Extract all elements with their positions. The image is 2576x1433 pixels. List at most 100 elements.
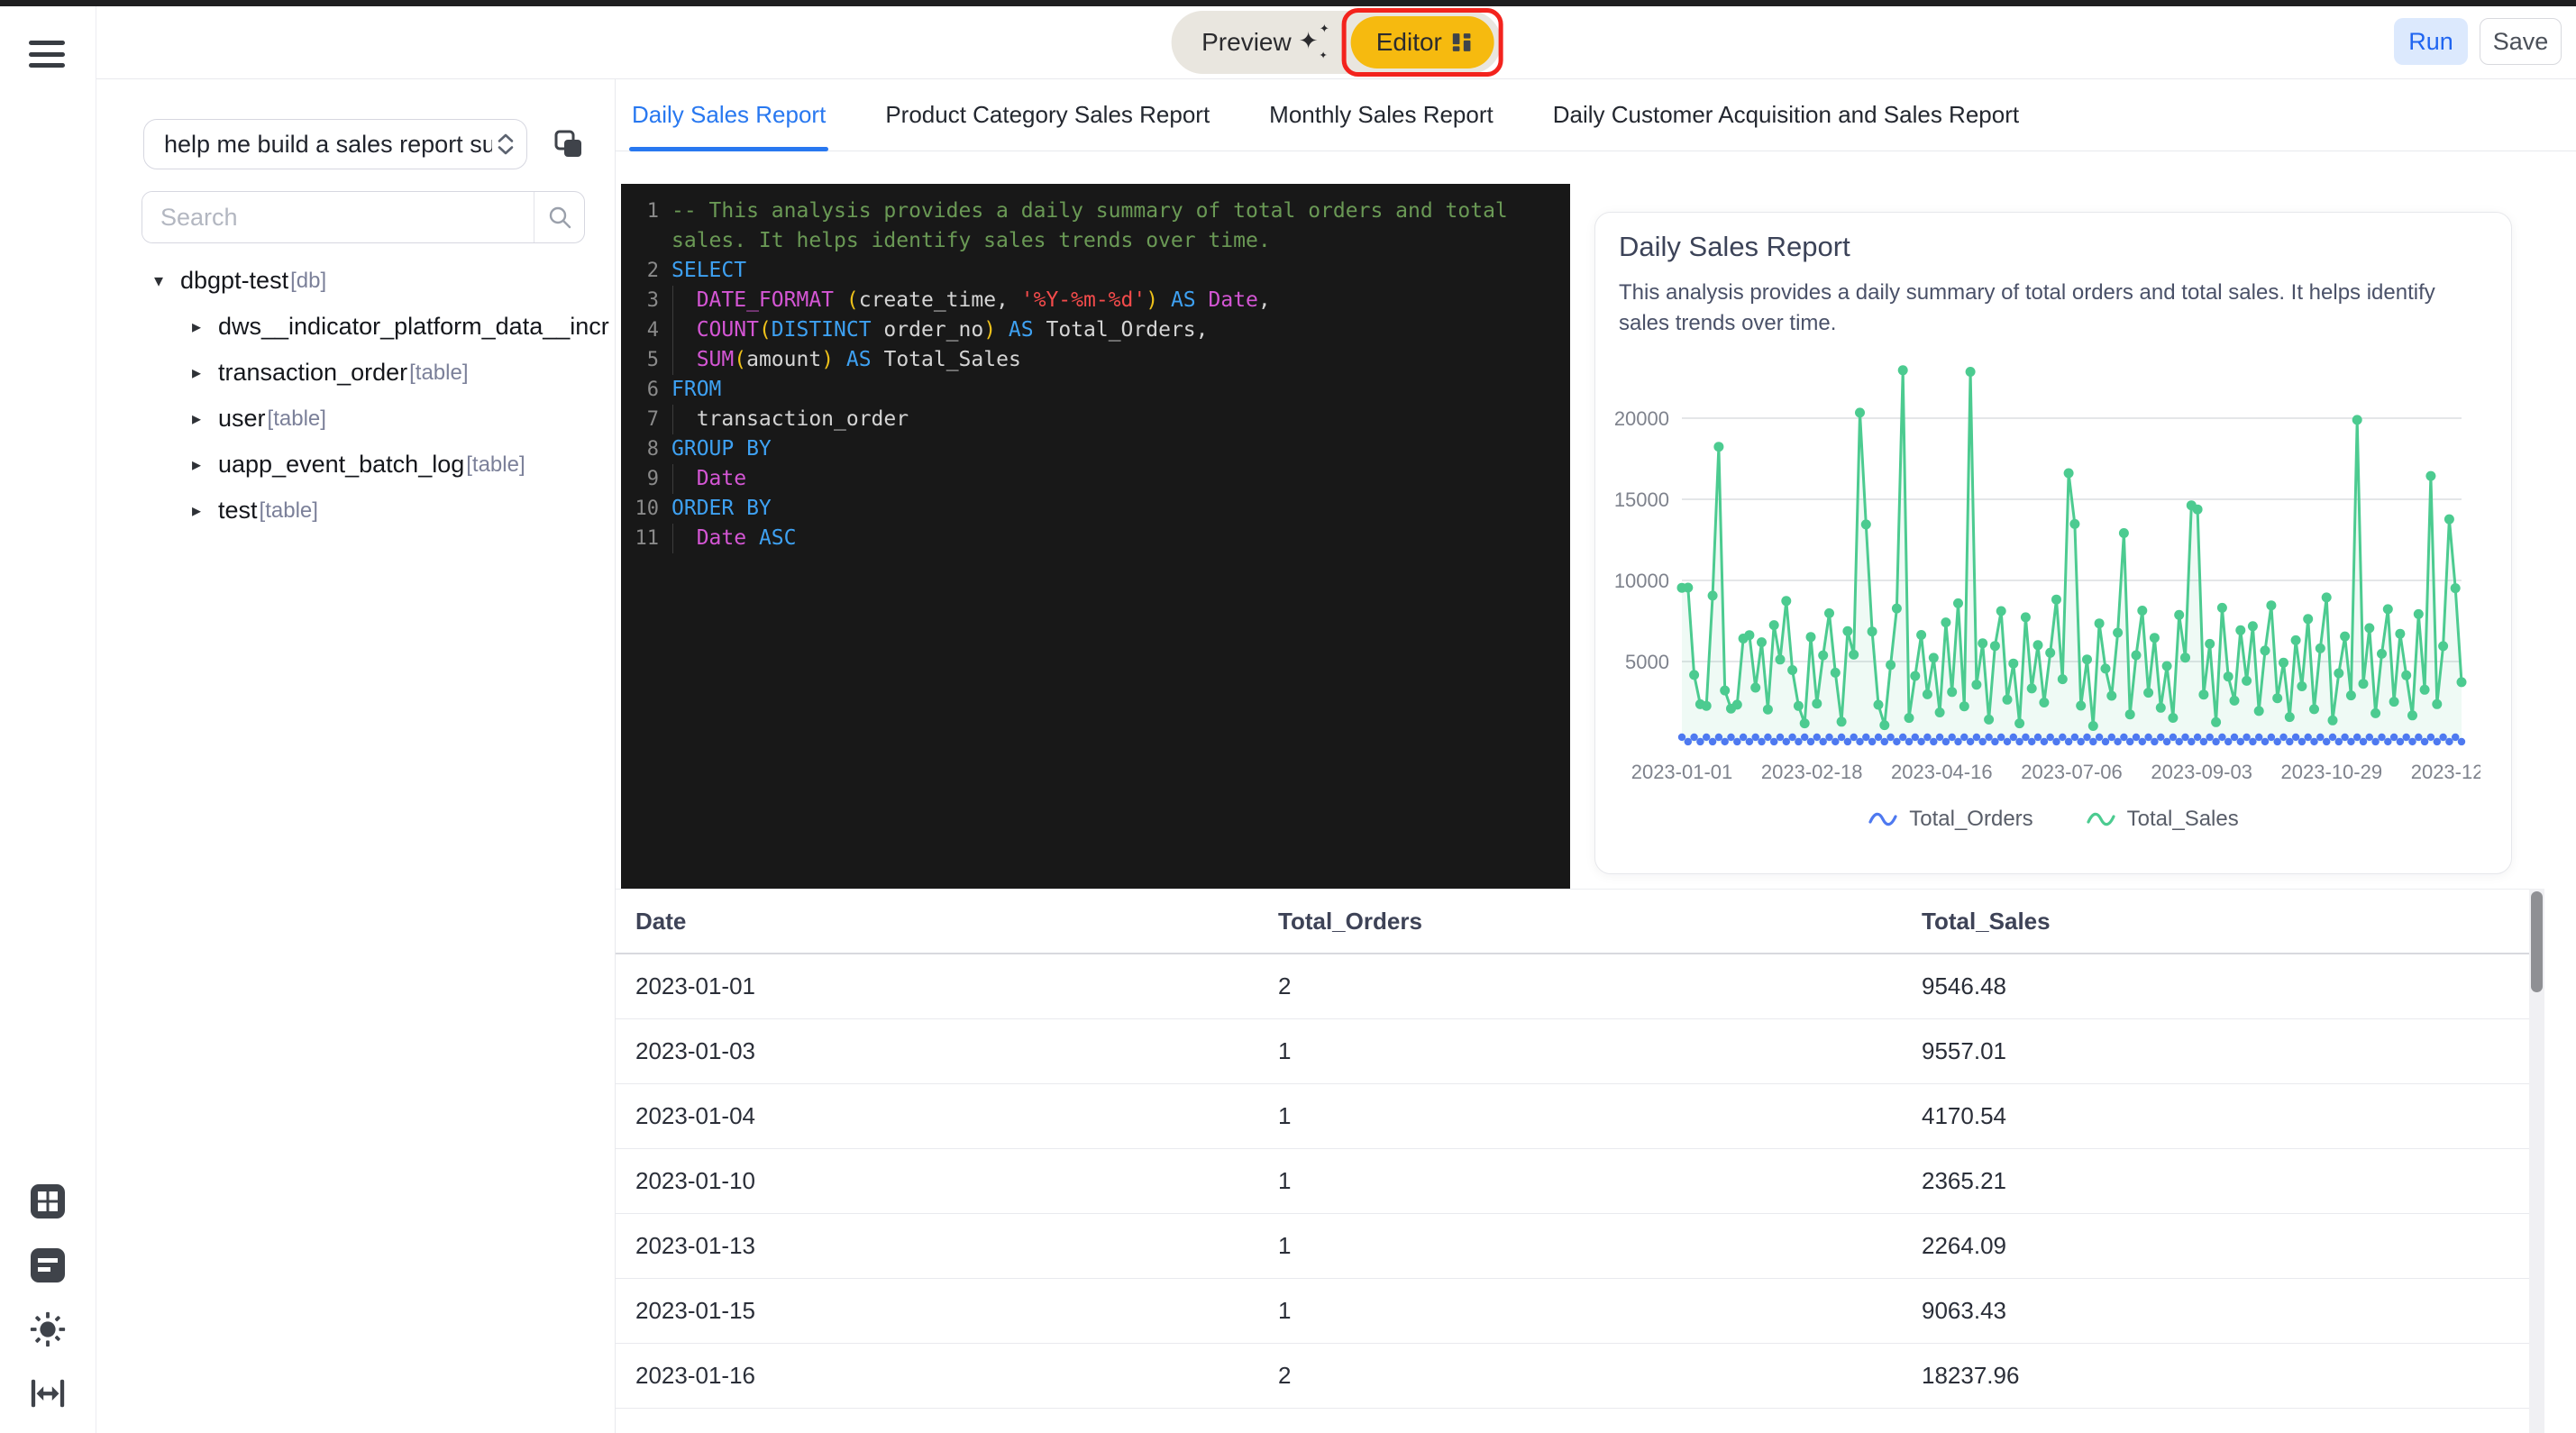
menu-icon[interactable]	[29, 41, 65, 68]
copy-icon[interactable]	[553, 128, 585, 160]
sql-editor[interactable]: 1-- This analysis provides a daily summa…	[621, 184, 1570, 889]
code-line: 5 SUM(amount) AS Total_Sales	[621, 345, 1570, 375]
table-row: 2023-01-1012365.21	[616, 1149, 2529, 1214]
squiggle-icon	[2086, 808, 2116, 830]
header-bar: Preview ✦✦✦ Editor Run Save	[96, 6, 2576, 79]
svg-text:20000: 20000	[1614, 407, 1669, 430]
database-sidebar: help me build a sales report sum ▾dbgpt-…	[96, 79, 616, 1433]
prompt-select-value: help me build a sales report sum	[164, 131, 492, 159]
line-number	[628, 226, 659, 256]
results-table: DateTotal_OrdersTotal_Sales 2023-01-0129…	[616, 889, 2529, 1433]
tree-item-dbgpt-test[interactable]: ▾dbgpt-test[db]	[96, 258, 615, 304]
code-line: 9 Date	[621, 464, 1570, 494]
expand-width-icon[interactable]	[28, 1374, 68, 1413]
apps-grid-icon[interactable]	[28, 1182, 68, 1221]
code-line: 11 Date ASC	[621, 524, 1570, 553]
select-stepper-icon[interactable]	[498, 133, 514, 155]
column-header-Total_Sales: Total_Sales	[1922, 908, 2529, 936]
svg-text:10000: 10000	[1614, 570, 1669, 592]
run-button[interactable]: Run	[2394, 18, 2468, 65]
caret-right-icon[interactable]: ▸	[188, 499, 205, 522]
line-number: 10	[628, 494, 659, 524]
line-number: 5	[628, 345, 659, 375]
svg-text:5000: 5000	[1625, 651, 1669, 673]
caret-down-icon[interactable]: ▾	[151, 269, 167, 292]
code-line: sales. It helps identify sales trends ov…	[621, 226, 1570, 256]
table-scrollbar[interactable]	[2529, 889, 2544, 1433]
tab-3[interactable]: Daily Customer Acquisition and Sales Rep…	[1553, 79, 2019, 151]
save-button[interactable]: Save	[2480, 18, 2562, 65]
document-icon[interactable]	[28, 1246, 68, 1285]
table-row: 2023-01-0129546.48	[616, 954, 2529, 1019]
column-header-Total_Orders: Total_Orders	[1278, 908, 1922, 936]
tree-item-test[interactable]: ▸ test[table]	[96, 488, 615, 534]
line-number: 1	[628, 196, 659, 226]
search-box	[142, 191, 585, 243]
editor-toggle-button[interactable]: Editor	[1351, 16, 1494, 68]
tree-item-label: test	[218, 497, 258, 525]
view-mode-toggle: Preview ✦✦✦ Editor	[1171, 11, 1502, 74]
tree-item-dws__indicator_platform_data__incr[interactable]: ▸ dws__indicator_platform_data__incr	[96, 304, 615, 350]
tree-item-label: dws__indicator_platform_data__incr	[218, 313, 609, 341]
table-row: 2023-01-0319557.01	[616, 1019, 2529, 1084]
chart-card: Daily Sales Report This analysis provide…	[1594, 212, 2512, 874]
table-cell: 1	[1278, 1167, 1922, 1195]
line-number: 9	[628, 464, 659, 494]
line-number: 4	[628, 315, 659, 345]
schema-tree: ▾dbgpt-test[db] ▸ dws__indicator_platform_…	[96, 258, 615, 534]
table-cell: 1	[1278, 1037, 1922, 1065]
caret-right-icon[interactable]: ▸	[188, 453, 205, 476]
table-cell: 2023-01-15	[616, 1297, 1278, 1325]
theme-sun-icon[interactable]	[28, 1310, 68, 1349]
svg-text:2023-09-03: 2023-09-03	[2151, 761, 2252, 783]
tree-item-type-badge: [table]	[268, 406, 326, 432]
code-line: 3 DATE_FORMAT (create_time, '%Y-%m-%d') …	[621, 286, 1570, 315]
table-cell: 1	[1278, 1232, 1922, 1260]
scrollbar-thumb[interactable]	[2531, 891, 2543, 992]
svg-text:2023-10-29: 2023-10-29	[2281, 761, 2383, 783]
search-icon[interactable]	[534, 192, 584, 242]
caret-right-icon[interactable]: ▸	[188, 407, 205, 430]
line-number: 3	[628, 286, 659, 315]
chart-title: Daily Sales Report	[1619, 231, 1850, 263]
legend-item-Total_Sales[interactable]: Total_Sales	[2086, 807, 2239, 832]
svg-text:2023-01-01: 2023-01-01	[1631, 761, 1733, 783]
line-number: 7	[628, 405, 659, 434]
sparkles-icon: ✦✦✦	[1299, 25, 1329, 59]
table-cell: 4170.54	[1922, 1102, 2529, 1130]
table-cell: 2023-01-04	[616, 1102, 1278, 1130]
table-cell: 2023-01-01	[616, 972, 1278, 1000]
line-number: 8	[628, 434, 659, 464]
tree-item-type-badge: [db]	[290, 269, 326, 294]
table-header-row: DateTotal_OrdersTotal_Sales	[616, 890, 2529, 954]
tab-0[interactable]: Daily Sales Report	[632, 79, 826, 151]
prompt-select[interactable]: help me build a sales report sum	[143, 119, 527, 169]
table-row: 2023-01-1519063.43	[616, 1279, 2529, 1344]
code-line: 10ORDER BY	[621, 494, 1570, 524]
line-number: 6	[628, 375, 659, 405]
caret-right-icon[interactable]: ▸	[188, 361, 205, 384]
tree-item-uapp_event_batch_log[interactable]: ▸uapp_event_batch_log[table]	[96, 442, 615, 488]
tree-item-transaction_order[interactable]: ▸transaction_order[table]	[96, 350, 615, 396]
search-input[interactable]	[142, 192, 534, 242]
tree-item-type-badge: [table]	[260, 498, 318, 524]
table-cell: 9546.48	[1922, 972, 2529, 1000]
legend-item-Total_Orders[interactable]: Total_Orders	[1868, 807, 2032, 832]
svg-text:2023-02-18: 2023-02-18	[1761, 761, 1863, 783]
table-cell: 2023-01-16	[616, 1362, 1278, 1390]
line-number: 11	[628, 524, 659, 553]
caret-right-icon[interactable]: ▸	[188, 315, 205, 338]
table-cell: 2264.09	[1922, 1232, 2529, 1260]
tree-item-user[interactable]: ▸user[table]	[96, 396, 615, 442]
table-cell: 2	[1278, 1362, 1922, 1390]
tree-item-label: transaction_order	[218, 359, 407, 387]
table-row: 2023-01-1312264.09	[616, 1214, 2529, 1279]
svg-text:2023-07-06: 2023-07-06	[2021, 761, 2123, 783]
tab-1[interactable]: Product Category Sales Report	[885, 79, 1210, 151]
table-row: 2023-01-16218237.96	[616, 1344, 2529, 1409]
svg-text:15000: 15000	[1614, 488, 1669, 511]
tab-2[interactable]: Monthly Sales Report	[1269, 79, 1494, 151]
preview-toggle-button[interactable]: Preview ✦✦✦	[1174, 25, 1351, 59]
table-cell: 9063.43	[1922, 1297, 2529, 1325]
table-cell: 2365.21	[1922, 1167, 2529, 1195]
